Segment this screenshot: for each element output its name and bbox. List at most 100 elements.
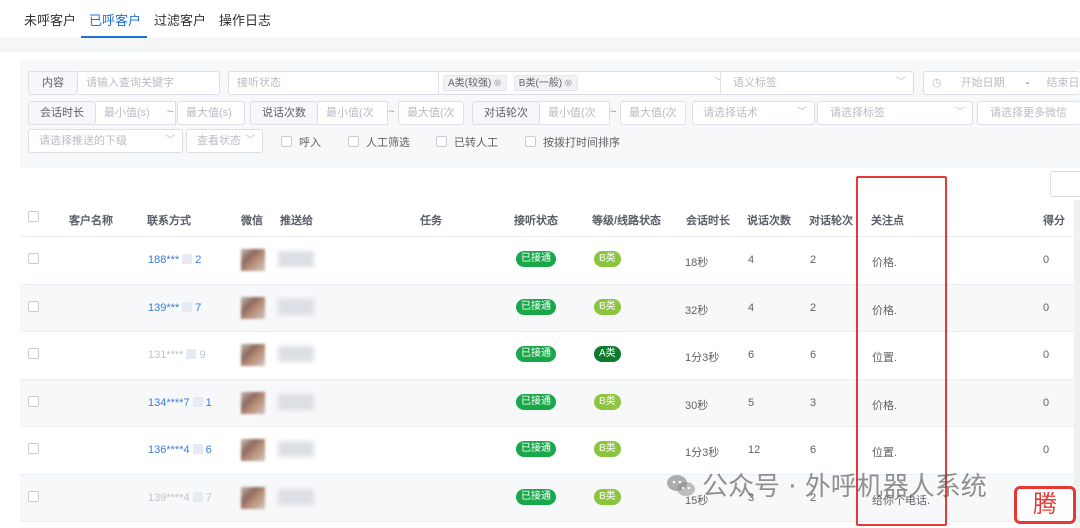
row-checkbox[interactable] <box>28 300 39 312</box>
inbound-checkbox[interactable]: 呼入 <box>281 134 321 149</box>
checkbox-box[interactable] <box>281 136 292 147</box>
contact-phone[interactable]: 139*** 7 <box>148 301 202 314</box>
duration-value: 18秒 <box>685 257 709 269</box>
wechat-icon <box>667 475 695 496</box>
tab-called[interactable]: 已呼客户 <box>89 10 141 29</box>
keyword-input[interactable]: 请输入查询关键字 <box>78 71 220 95</box>
duration-value: 1分3秒 <box>685 352 720 364</box>
range-tilde: ~ <box>167 106 174 118</box>
col-wechat[interactable]: 微信 <box>241 212 263 228</box>
row-checkbox[interactable] <box>28 348 39 359</box>
end-date-input[interactable]: 结束日期 <box>1046 77 1080 89</box>
level-badge: B类 <box>594 393 621 410</box>
tag-placeholder: 请选择标签 <box>830 107 885 119</box>
level-badge: B类 <box>594 441 621 457</box>
duration-min-input[interactable]: 最小值(s) <box>96 101 176 125</box>
rounds-value: 6 <box>810 444 817 456</box>
col-rounds[interactable]: 对话轮次 <box>809 212 853 228</box>
date-range-picker[interactable]: ◷ 开始日期 - 结束日期 <box>923 71 1080 95</box>
contact-phone[interactable]: 134****7 1 <box>148 396 212 409</box>
wechat-avatar <box>241 439 265 461</box>
col-score[interactable]: 得分 <box>1043 212 1065 228</box>
view-status-select[interactable]: 查看状态 ﹀ <box>186 129 263 153</box>
clock-icon: ◷ <box>932 77 942 89</box>
row-checkbox[interactable] <box>28 490 39 502</box>
talk-count-value: 5 <box>748 396 755 409</box>
row-checkbox[interactable] <box>28 395 39 407</box>
transferred-checkbox[interactable]: 已转人工 <box>436 134 498 149</box>
script-select[interactable]: 请选择话术 ﹀ <box>692 101 815 125</box>
script-placeholder: 请选择话术 <box>703 107 758 119</box>
manual-filter-label: 人工筛选 <box>366 137 410 149</box>
pushed-to-name <box>278 488 314 505</box>
answer-status-select[interactable]: 接听状态 ﹀ <box>228 71 455 95</box>
row-checkbox[interactable] <box>28 443 39 454</box>
phone-suffix: 6 <box>205 444 212 456</box>
talk-count-min-input[interactable]: 最小值(次 <box>318 101 388 125</box>
level-chip-a[interactable]: A类(较强) ⊗ <box>443 75 507 91</box>
tab-filtered[interactable]: 过滤客户 <box>154 10 206 29</box>
push-subordinate-select[interactable]: 请选择推送的下级 ﹀ <box>28 129 183 153</box>
wechat-avatar <box>241 486 265 509</box>
rounds-max-input[interactable]: 最大值(次 <box>620 101 686 125</box>
contact-phone[interactable]: 136****4 6 <box>148 444 212 456</box>
level-chip-b[interactable]: B类(一般) ⊗ <box>513 75 578 91</box>
answer-status-badge: 已接通 <box>516 346 556 362</box>
phone-prefix: 131**** <box>148 349 184 361</box>
duration-max-input[interactable]: 最大值(s) <box>177 101 245 125</box>
score-value: 0 <box>1043 349 1050 361</box>
rounds-min-input[interactable]: 最小值(次 <box>540 101 610 125</box>
level-badge: B类 <box>594 298 621 315</box>
talk-count-value: 12 <box>748 444 761 456</box>
col-pushed-to[interactable]: 推送给 <box>280 212 313 228</box>
start-date-input[interactable]: 开始日期 <box>961 77 1005 89</box>
col-level[interactable]: 等级/线路状态 <box>592 212 661 228</box>
tab-uncalled[interactable]: 未呼客户 <box>24 10 76 29</box>
chevron-down-icon: ﹀ <box>165 135 175 146</box>
select-all-checkbox[interactable] <box>28 211 39 222</box>
answer-status-badge: 已接通 <box>516 393 556 410</box>
col-answer-status[interactable]: 接听状态 <box>514 212 558 228</box>
sort-by-call-time-label: 按拨打时间排序 <box>543 137 620 149</box>
scrollbar-track[interactable] <box>1074 200 1080 528</box>
col-duration[interactable]: 会话时长 <box>686 212 730 228</box>
contact-phone[interactable]: 131**** 9 <box>148 349 206 361</box>
talk-count-value: 6 <box>748 349 755 361</box>
wechat-select[interactable]: 请选择更多微信 <box>977 101 1080 125</box>
tag-select[interactable]: 请选择标签 ﹀ <box>817 101 973 125</box>
inbound-label: 呼入 <box>299 137 321 149</box>
col-task[interactable]: 任务 <box>420 212 442 228</box>
close-icon[interactable]: ⊗ <box>564 78 572 89</box>
chevron-down-icon: ﹀ <box>955 107 965 118</box>
duration-value: 32秒 <box>685 304 709 317</box>
rounds-value: 2 <box>810 254 817 266</box>
contact-phone[interactable]: 188*** 2 <box>148 254 201 266</box>
checkbox-box[interactable] <box>436 136 447 147</box>
col-contact[interactable]: 联系方式 <box>147 212 191 228</box>
chevron-down-icon: ﹀ <box>245 135 255 146</box>
checkbox-box[interactable] <box>525 136 536 147</box>
pushed-to-name <box>278 393 314 410</box>
intent-tag-placeholder: 语义标签 <box>733 77 777 89</box>
wechat-placeholder: 请选择更多微信 <box>990 107 1067 119</box>
sort-by-call-time-checkbox[interactable]: 按拨打时间排序 <box>525 134 620 149</box>
tab-operation-log[interactable]: 操作日志 <box>219 10 271 29</box>
tab-bar: 未呼客户 已呼客户 过滤客户 操作日志 <box>0 0 1080 40</box>
talk-count-max-input[interactable]: 最大值(次 <box>398 101 464 125</box>
contact-phone[interactable]: 139****4 7 <box>148 491 212 504</box>
col-customer-name[interactable]: 客户名称 <box>69 212 113 228</box>
phone-suffix: 9 <box>199 349 206 361</box>
intent-tag-select[interactable]: 语义标签 ﹀ <box>720 71 914 95</box>
answer-status-badge: 已接通 <box>516 251 556 267</box>
chevron-down-icon: ﹀ <box>797 107 807 118</box>
row-checkbox[interactable] <box>28 253 39 264</box>
filter-panel: 内容 请输入查询关键字 接听状态 ﹀ A类(较强)⊗ B类(一般)⊗ ﹀ 语义标… <box>20 60 1080 168</box>
col-talk-count[interactable]: 说话次数 <box>747 212 791 228</box>
toolbar-button[interactable] <box>1050 171 1080 197</box>
checkbox-box[interactable] <box>348 136 359 147</box>
level-multiselect[interactable]: A类(较强) ⊗ B类(一般) ⊗ ﹀ <box>438 71 732 95</box>
close-icon[interactable]: ⊗ <box>493 78 501 89</box>
manual-filter-checkbox[interactable]: 人工筛选 <box>348 134 410 149</box>
push-placeholder: 请选择推送的下级 <box>39 135 127 147</box>
phone-suffix: 7 <box>195 301 202 314</box>
